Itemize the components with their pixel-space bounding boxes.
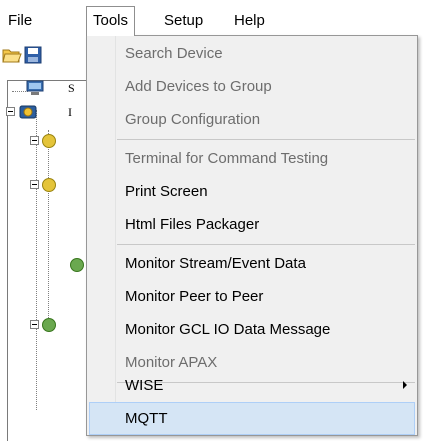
- menu-tools[interactable]: Tools: [86, 6, 136, 36]
- device-icon[interactable]: [70, 258, 84, 272]
- tools-menu: Search Device Add Devices to Group Group…: [86, 35, 418, 436]
- save-icon[interactable]: [24, 46, 42, 64]
- menu-item-label: MQTT: [125, 410, 168, 427]
- menu-setup[interactable]: Setup: [162, 8, 205, 34]
- menu-item-label: WISE: [125, 377, 164, 394]
- menu-item-terminal-for-command-testing[interactable]: Terminal for Command Testing: [89, 142, 415, 175]
- menu-item-group-configuration[interactable]: Group Configuration: [89, 103, 415, 136]
- menu-item-label: Monitor Stream/Event Data: [125, 255, 306, 272]
- device-icon[interactable]: [42, 318, 56, 332]
- menu-item-monitor-stream-event-data[interactable]: Monitor Stream/Event Data: [89, 247, 415, 280]
- menu-item-label: Monitor GCL IO Data Message: [125, 321, 331, 338]
- menu-bar: File Tools Setup Help: [0, 0, 423, 36]
- menu-item-print-screen[interactable]: Print Screen: [89, 175, 415, 208]
- network-group-icon[interactable]: [19, 104, 37, 120]
- open-folder-icon[interactable]: [2, 46, 22, 64]
- tree-node-label: S: [68, 81, 75, 95]
- menu-item-label: Terminal for Command Testing: [125, 150, 329, 167]
- menu-help[interactable]: Help: [232, 8, 267, 34]
- menu-item-label: Group Configuration: [125, 111, 261, 128]
- tree-connector: [36, 110, 37, 410]
- device-icon[interactable]: [42, 178, 56, 192]
- tree-node-label: I: [68, 105, 72, 119]
- menu-item-label: Search Device: [125, 45, 223, 62]
- collapse-toggle[interactable]: [30, 136, 39, 145]
- menu-separator: [117, 139, 415, 140]
- menu-file[interactable]: File: [6, 8, 34, 34]
- menu-item-label: Add Devices to Group: [125, 78, 272, 95]
- collapse-toggle[interactable]: [30, 320, 39, 329]
- menu-item-search-device[interactable]: Search Device: [89, 37, 415, 70]
- submenu-arrow-icon: [403, 381, 407, 389]
- computer-icon[interactable]: [26, 80, 44, 96]
- tree-connector: [48, 130, 49, 330]
- device-icon[interactable]: [42, 134, 56, 148]
- menu-item-mqtt[interactable]: MQTT: [89, 402, 415, 435]
- menu-separator: [117, 244, 415, 245]
- toolbar: [0, 38, 80, 68]
- collapse-toggle[interactable]: [30, 180, 39, 189]
- menu-item-add-devices-to-group[interactable]: Add Devices to Group: [89, 70, 415, 103]
- collapse-toggle[interactable]: [6, 107, 15, 116]
- menu-item-label: Monitor Peer to Peer: [125, 288, 264, 305]
- menu-item-monitor-peer-to-peer[interactable]: Monitor Peer to Peer: [89, 280, 415, 313]
- menu-item-label: Print Screen: [125, 183, 208, 200]
- menu-item-label: Html Files Packager: [125, 216, 260, 233]
- menu-item-wise[interactable]: WISE: [89, 369, 415, 402]
- menu-item-html-files-packager[interactable]: Html Files Packager: [89, 208, 415, 241]
- menu-item-monitor-gcl-io-data-message[interactable]: Monitor GCL IO Data Message: [89, 313, 415, 346]
